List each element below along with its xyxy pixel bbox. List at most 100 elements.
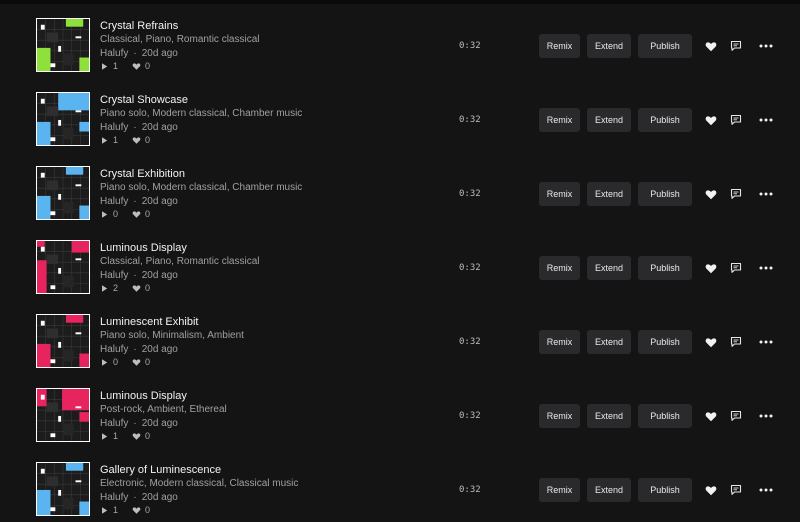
more-icon <box>759 266 773 270</box>
extend-button[interactable]: Extend <box>587 182 631 206</box>
publish-button[interactable]: Publish <box>638 34 692 58</box>
track-title[interactable]: Luminous Display <box>100 241 430 255</box>
track-row[interactable]: Gallery of Luminescence Electronic, Mode… <box>0 448 800 522</box>
play-icon <box>100 432 109 441</box>
track-genres: Piano solo, Modern classical, Chamber mu… <box>100 108 303 119</box>
track-cover-art[interactable] <box>36 18 90 72</box>
extend-button[interactable]: Extend <box>587 34 631 58</box>
track-meta: Halufy · 20d ago <box>100 47 430 60</box>
track-author[interactable]: Halufy <box>100 48 128 59</box>
more-options-button[interactable] <box>758 334 774 350</box>
comment-button[interactable] <box>728 38 744 54</box>
like-count: 0 <box>145 505 151 515</box>
track-author[interactable]: Halufy <box>100 270 128 281</box>
heart-icon <box>132 358 141 367</box>
track-title[interactable]: Crystal Exhibition <box>100 167 430 181</box>
track-row[interactable]: Crystal Showcase Piano solo, Modern clas… <box>0 78 800 152</box>
track-age: 20d ago <box>141 492 178 503</box>
track-duration: 0:32 <box>459 411 481 421</box>
track-title[interactable]: Crystal Showcase <box>100 93 430 107</box>
comment-button[interactable] <box>728 334 744 350</box>
comment-icon <box>730 40 742 51</box>
track-row[interactable]: Crystal Exhibition Piano solo, Modern cl… <box>0 152 800 226</box>
comment-button[interactable] <box>728 112 744 128</box>
track-duration: 0:32 <box>459 263 481 273</box>
comment-icon <box>730 484 742 495</box>
track-duration: 0:32 <box>459 115 481 125</box>
play-count: 1 <box>113 61 119 71</box>
track-author[interactable]: Halufy <box>100 196 128 207</box>
remix-button[interactable]: Remix <box>539 404 580 428</box>
track-row[interactable]: Luminous Display Classical, Piano, Roman… <box>0 226 800 300</box>
publish-button[interactable]: Publish <box>638 256 692 280</box>
like-button[interactable] <box>703 408 719 424</box>
play-icon <box>100 506 109 515</box>
track-author[interactable]: Halufy <box>100 344 128 355</box>
publish-button[interactable]: Publish <box>638 330 692 354</box>
track-title[interactable]: Luminous Display <box>100 389 430 403</box>
like-button[interactable] <box>703 186 719 202</box>
comment-button[interactable] <box>728 260 744 276</box>
like-count: 0 <box>145 431 151 441</box>
more-options-button[interactable] <box>758 408 774 424</box>
remix-button[interactable]: Remix <box>539 256 580 280</box>
track-cover-art[interactable] <box>36 314 90 368</box>
extend-button[interactable]: Extend <box>587 330 631 354</box>
track-info: Gallery of Luminescence Electronic, Mode… <box>100 463 430 516</box>
publish-button[interactable]: Publish <box>638 478 692 502</box>
more-options-button[interactable] <box>758 112 774 128</box>
like-button[interactable] <box>703 482 719 498</box>
publish-button[interactable]: Publish <box>638 182 692 206</box>
extend-button[interactable]: Extend <box>587 256 631 280</box>
heart-icon <box>705 485 717 495</box>
track-title[interactable]: Crystal Refrains <box>100 19 430 33</box>
meta-separator: · <box>133 418 137 429</box>
remix-button[interactable]: Remix <box>539 34 580 58</box>
track-author[interactable]: Halufy <box>100 492 128 503</box>
extend-button[interactable]: Extend <box>587 478 631 502</box>
publish-button[interactable]: Publish <box>638 404 692 428</box>
comment-button[interactable] <box>728 482 744 498</box>
track-row[interactable]: Crystal Refrains Classical, Piano, Roman… <box>0 4 800 78</box>
track-genres: Post-rock, Ambient, Ethereal <box>100 404 227 415</box>
heart-icon <box>705 263 717 273</box>
publish-button[interactable]: Publish <box>638 108 692 132</box>
track-cover-art[interactable] <box>36 462 90 516</box>
comment-button[interactable] <box>728 408 744 424</box>
more-options-button[interactable] <box>758 260 774 276</box>
more-options-button[interactable] <box>758 186 774 202</box>
extend-button[interactable]: Extend <box>587 108 631 132</box>
track-cover-art[interactable] <box>36 240 90 294</box>
more-options-button[interactable] <box>758 38 774 54</box>
track-row[interactable]: Luminescent Exhibit Piano solo, Minimali… <box>0 300 800 374</box>
remix-button[interactable]: Remix <box>539 182 580 206</box>
comment-button[interactable] <box>728 186 744 202</box>
play-icon <box>100 136 109 145</box>
track-info: Crystal Refrains Classical, Piano, Roman… <box>100 19 430 72</box>
play-count: 1 <box>113 431 119 441</box>
track-age: 20d ago <box>141 270 178 281</box>
track-author[interactable]: Halufy <box>100 418 128 429</box>
remix-button[interactable]: Remix <box>539 330 580 354</box>
comment-icon <box>730 114 742 125</box>
track-duration: 0:32 <box>459 41 481 51</box>
track-row[interactable]: Luminous Display Post-rock, Ambient, Eth… <box>0 374 800 448</box>
like-button[interactable] <box>703 112 719 128</box>
cover-art-image <box>37 93 89 145</box>
more-options-button[interactable] <box>758 482 774 498</box>
track-author[interactable]: Halufy <box>100 122 128 133</box>
track-stats: 1 0 <box>100 430 430 442</box>
remix-button[interactable]: Remix <box>539 478 580 502</box>
like-button[interactable] <box>703 334 719 350</box>
track-cover-art[interactable] <box>36 388 90 442</box>
track-cover-art[interactable] <box>36 92 90 146</box>
like-button[interactable] <box>703 38 719 54</box>
track-cover-art[interactable] <box>36 166 90 220</box>
heart-icon <box>132 506 141 515</box>
extend-button[interactable]: Extend <box>587 404 631 428</box>
track-info: Luminescent Exhibit Piano solo, Minimali… <box>100 315 430 368</box>
track-title[interactable]: Luminescent Exhibit <box>100 315 430 329</box>
track-title[interactable]: Gallery of Luminescence <box>100 463 430 477</box>
remix-button[interactable]: Remix <box>539 108 580 132</box>
like-button[interactable] <box>703 260 719 276</box>
